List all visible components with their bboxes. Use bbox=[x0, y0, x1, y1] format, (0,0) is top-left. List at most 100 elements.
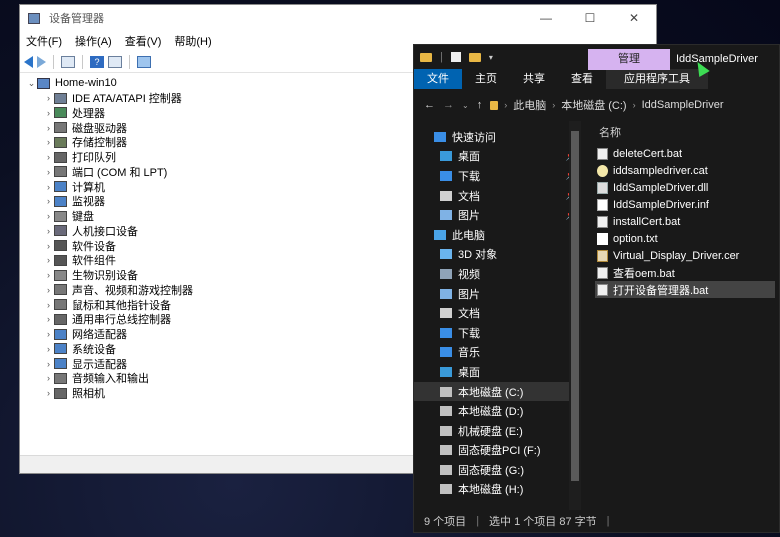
nav-quick-item[interactable]: 桌面📌 bbox=[414, 147, 581, 167]
nav-pc-item[interactable]: 桌面 bbox=[414, 362, 581, 382]
chevron-right-icon[interactable]: › bbox=[43, 270, 54, 280]
file-row[interactable]: 打开设备管理器.bat bbox=[595, 281, 775, 298]
close-button[interactable]: ✕ bbox=[612, 5, 656, 31]
tab-home[interactable]: 主页 bbox=[462, 69, 510, 89]
tab-share[interactable]: 共享 bbox=[510, 69, 558, 89]
nav-pc-item[interactable]: 3D 对象 bbox=[414, 245, 581, 265]
chevron-right-icon[interactable]: › bbox=[43, 123, 54, 133]
chevron-right-icon[interactable]: › bbox=[43, 182, 54, 192]
chevron-right-icon[interactable]: › bbox=[43, 93, 54, 103]
nav-quick-access[interactable]: 快速访问 bbox=[414, 127, 581, 147]
file-row[interactable]: IddSampleDriver.dll bbox=[595, 179, 775, 196]
chevron-right-icon[interactable]: › bbox=[43, 152, 54, 162]
breadcrumb-folder[interactable]: IddSampleDriver bbox=[642, 99, 724, 111]
device-category-label: 生物识别设备 bbox=[72, 270, 138, 283]
file-row[interactable]: IddSampleDriver.inf bbox=[595, 196, 775, 213]
maximize-button[interactable]: ☐ bbox=[568, 5, 612, 31]
forward-arrow-icon[interactable] bbox=[37, 55, 46, 68]
chevron-right-icon[interactable]: › bbox=[43, 388, 54, 398]
nav-pc-item[interactable]: 视频 bbox=[414, 264, 581, 284]
nav-pc-item[interactable]: 下载 bbox=[414, 323, 581, 343]
nav-item-label: 3D 对象 bbox=[458, 249, 498, 262]
nav-pc-item[interactable]: 本地磁盘 (D:) bbox=[414, 401, 581, 421]
nav-item-label: 下载 bbox=[458, 170, 480, 183]
tab-file[interactable]: 文件 bbox=[414, 69, 462, 89]
menu-action[interactable]: 操作(A) bbox=[75, 33, 112, 49]
customize-qat-icon[interactable]: ▾ bbox=[489, 53, 493, 62]
device-category-label: 打印队列 bbox=[72, 152, 116, 165]
chevron-right-icon[interactable]: › bbox=[43, 137, 54, 147]
chevron-right-icon[interactable]: › bbox=[43, 241, 54, 251]
chevron-down-icon[interactable]: ⌄ bbox=[26, 78, 37, 89]
nav-quick-item[interactable]: 下载📌 bbox=[414, 166, 581, 186]
nav-item-label: 图片 bbox=[458, 288, 480, 301]
file-row[interactable]: Virtual_Display_Driver.cer bbox=[595, 247, 775, 264]
explorer-body: 快速访问桌面📌下载📌文档📌图片📌此电脑3D 对象视频图片文档下载音乐桌面本地磁盘… bbox=[414, 121, 779, 510]
usb-icon bbox=[54, 313, 67, 325]
chevron-right-icon[interactable]: › bbox=[43, 373, 54, 383]
show-hide-tree-icon[interactable] bbox=[61, 55, 75, 68]
properties-icon[interactable] bbox=[108, 55, 122, 68]
chevron-right-icon[interactable]: › bbox=[43, 255, 54, 265]
file-name: IddSampleDriver.inf bbox=[613, 198, 709, 211]
nav-pc-item[interactable]: 本地磁盘 (C:) bbox=[414, 381, 581, 402]
back-arrow-icon[interactable] bbox=[24, 55, 33, 68]
file-row[interactable]: iddsampledriver.cat bbox=[595, 162, 775, 179]
chevron-right-icon[interactable]: › bbox=[43, 344, 54, 354]
menu-view[interactable]: 查看(V) bbox=[125, 33, 162, 49]
nav-pc-item[interactable]: 文档 bbox=[414, 303, 581, 323]
nav-scrollbar[interactable] bbox=[569, 121, 581, 510]
properties-icon[interactable] bbox=[450, 52, 461, 62]
scan-hardware-icon[interactable] bbox=[137, 55, 151, 68]
chevron-right-icon[interactable]: › bbox=[43, 359, 54, 369]
chevron-right-icon[interactable]: › bbox=[43, 285, 54, 295]
menu-help[interactable]: 帮助(H) bbox=[174, 33, 211, 49]
breadcrumb-this-pc[interactable]: 此电脑 bbox=[513, 97, 546, 113]
nav-pc-item[interactable]: 音乐 bbox=[414, 343, 581, 363]
nav-pc-item[interactable]: 固态硬盘PCI (F:) bbox=[414, 441, 581, 461]
chevron-right-icon[interactable]: › bbox=[43, 167, 54, 177]
menu-file[interactable]: 文件(F) bbox=[26, 33, 62, 49]
nav-pc-item[interactable]: 图片 bbox=[414, 284, 581, 304]
chevron-right-icon[interactable]: › bbox=[43, 314, 54, 324]
chevron-right-icon[interactable]: › bbox=[43, 196, 54, 206]
nav-quick-item[interactable]: 文档📌 bbox=[414, 186, 581, 206]
forward-arrow-icon[interactable]: → bbox=[443, 99, 454, 111]
column-header-name[interactable]: 名称 bbox=[599, 121, 779, 145]
help-icon[interactable]: ? bbox=[90, 55, 104, 68]
up-arrow-icon[interactable]: ↑ bbox=[477, 99, 483, 111]
recent-locations-icon[interactable]: ⌄ bbox=[462, 101, 469, 110]
new-folder-icon[interactable] bbox=[468, 52, 481, 62]
chevron-right-icon[interactable]: › bbox=[43, 108, 54, 118]
nav-pc-item[interactable]: 固态硬盘 (G:) bbox=[414, 460, 581, 480]
breadcrumb-drive-c[interactable]: 本地磁盘 (C:) bbox=[561, 97, 626, 113]
file-row[interactable]: option.txt bbox=[595, 230, 775, 247]
nav-pc-item[interactable]: 机械硬盘 (E:) bbox=[414, 421, 581, 441]
nav-item-label: 本地磁盘 (H:) bbox=[458, 484, 524, 497]
chevron-right-icon[interactable]: › bbox=[43, 329, 54, 339]
nav-quick-item[interactable]: 图片📌 bbox=[414, 205, 581, 225]
back-arrow-icon[interactable]: ← bbox=[424, 99, 435, 111]
tab-app-tools[interactable]: 应用程序工具 bbox=[606, 69, 708, 89]
device-category-label: 端口 (COM 和 LPT) bbox=[72, 166, 168, 179]
device-category-label: 计算机 bbox=[72, 181, 105, 194]
minimize-button[interactable]: — bbox=[524, 5, 568, 31]
chevron-right-icon[interactable]: › bbox=[43, 211, 54, 221]
file-row[interactable]: installCert.bat bbox=[595, 213, 775, 230]
nav-scrollbar-thumb[interactable] bbox=[571, 131, 579, 481]
file-row[interactable]: 查看oem.bat bbox=[595, 264, 775, 281]
chevron-right-icon[interactable]: › bbox=[43, 226, 54, 236]
window-title: IddSampleDriver bbox=[676, 53, 758, 65]
device-category-label: 系统设备 bbox=[72, 343, 116, 356]
chevron-right-icon[interactable]: › bbox=[43, 300, 54, 310]
nav-this-pc[interactable]: 此电脑 bbox=[414, 225, 581, 245]
bat-file-icon bbox=[597, 283, 608, 296]
document-icon bbox=[440, 190, 452, 201]
device-category-label: IDE ATA/ATAPI 控制器 bbox=[72, 93, 182, 106]
nav-pc-item[interactable]: 本地磁盘 (H:) bbox=[414, 480, 581, 500]
device-manager-icon bbox=[28, 12, 40, 24]
file-row[interactable]: deleteCert.bat bbox=[595, 145, 775, 162]
tab-manage[interactable]: 管理 bbox=[588, 49, 670, 70]
tab-view[interactable]: 查看 bbox=[558, 69, 606, 89]
breadcrumb[interactable]: › 此电脑 › 本地磁盘 (C:) › IddSampleDriver bbox=[490, 97, 724, 113]
